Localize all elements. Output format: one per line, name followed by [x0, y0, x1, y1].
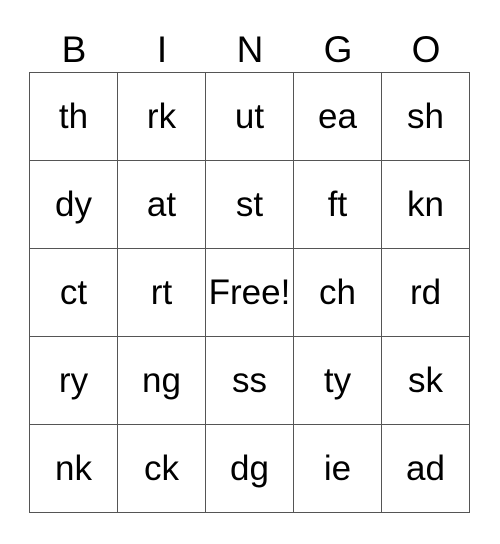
bingo-cell[interactable]: st — [205, 160, 294, 249]
bingo-cell[interactable]: sk — [381, 336, 470, 425]
free-space-cell[interactable]: Free! — [205, 248, 294, 337]
header-letter: I — [156, 29, 168, 70]
bingo-cell[interactable]: ft — [293, 160, 382, 249]
bingo-cell[interactable]: nk — [29, 424, 118, 513]
header-letter: B — [61, 29, 87, 70]
bingo-grid: th rk ut ea sh dy at st ft kn ct rt Free! ch rd ry ng ss t… — [29, 72, 470, 513]
bingo-cell[interactable]: ss — [205, 336, 294, 425]
grid-row: ct rt Free! ch rd — [29, 248, 470, 337]
bingo-header: B I N G O — [30, 28, 470, 72]
grid-row: dy at st ft kn — [29, 160, 470, 249]
grid-row: nk ck dg ie ad — [29, 424, 470, 513]
bingo-cell[interactable]: rd — [381, 248, 470, 337]
bingo-cell[interactable]: at — [117, 160, 206, 249]
bingo-cell[interactable]: th — [29, 72, 118, 161]
bingo-cell[interactable]: ng — [117, 336, 206, 425]
bingo-cell[interactable]: kn — [381, 160, 470, 249]
bingo-cell[interactable]: ea — [293, 72, 382, 161]
bingo-cell[interactable]: ut — [205, 72, 294, 161]
header-letter: G — [323, 29, 353, 70]
bingo-cell[interactable]: rk — [117, 72, 206, 161]
bingo-cell[interactable]: dy — [29, 160, 118, 249]
bingo-cell[interactable]: ry — [29, 336, 118, 425]
bingo-cell[interactable]: ie — [293, 424, 382, 513]
bingo-cell[interactable]: ct — [29, 248, 118, 337]
bingo-cell[interactable]: dg — [205, 424, 294, 513]
bingo-cell[interactable]: ty — [293, 336, 382, 425]
bingo-cell[interactable]: ch — [293, 248, 382, 337]
grid-row: ry ng ss ty sk — [29, 336, 470, 425]
bingo-cell[interactable]: ad — [381, 424, 470, 513]
header-letter: O — [411, 29, 441, 70]
bingo-cell[interactable]: ck — [117, 424, 206, 513]
bingo-cell[interactable]: rt — [117, 248, 206, 337]
header-letter: N — [236, 29, 264, 70]
grid-row: th rk ut ea sh — [29, 72, 470, 161]
bingo-cell[interactable]: sh — [381, 72, 470, 161]
